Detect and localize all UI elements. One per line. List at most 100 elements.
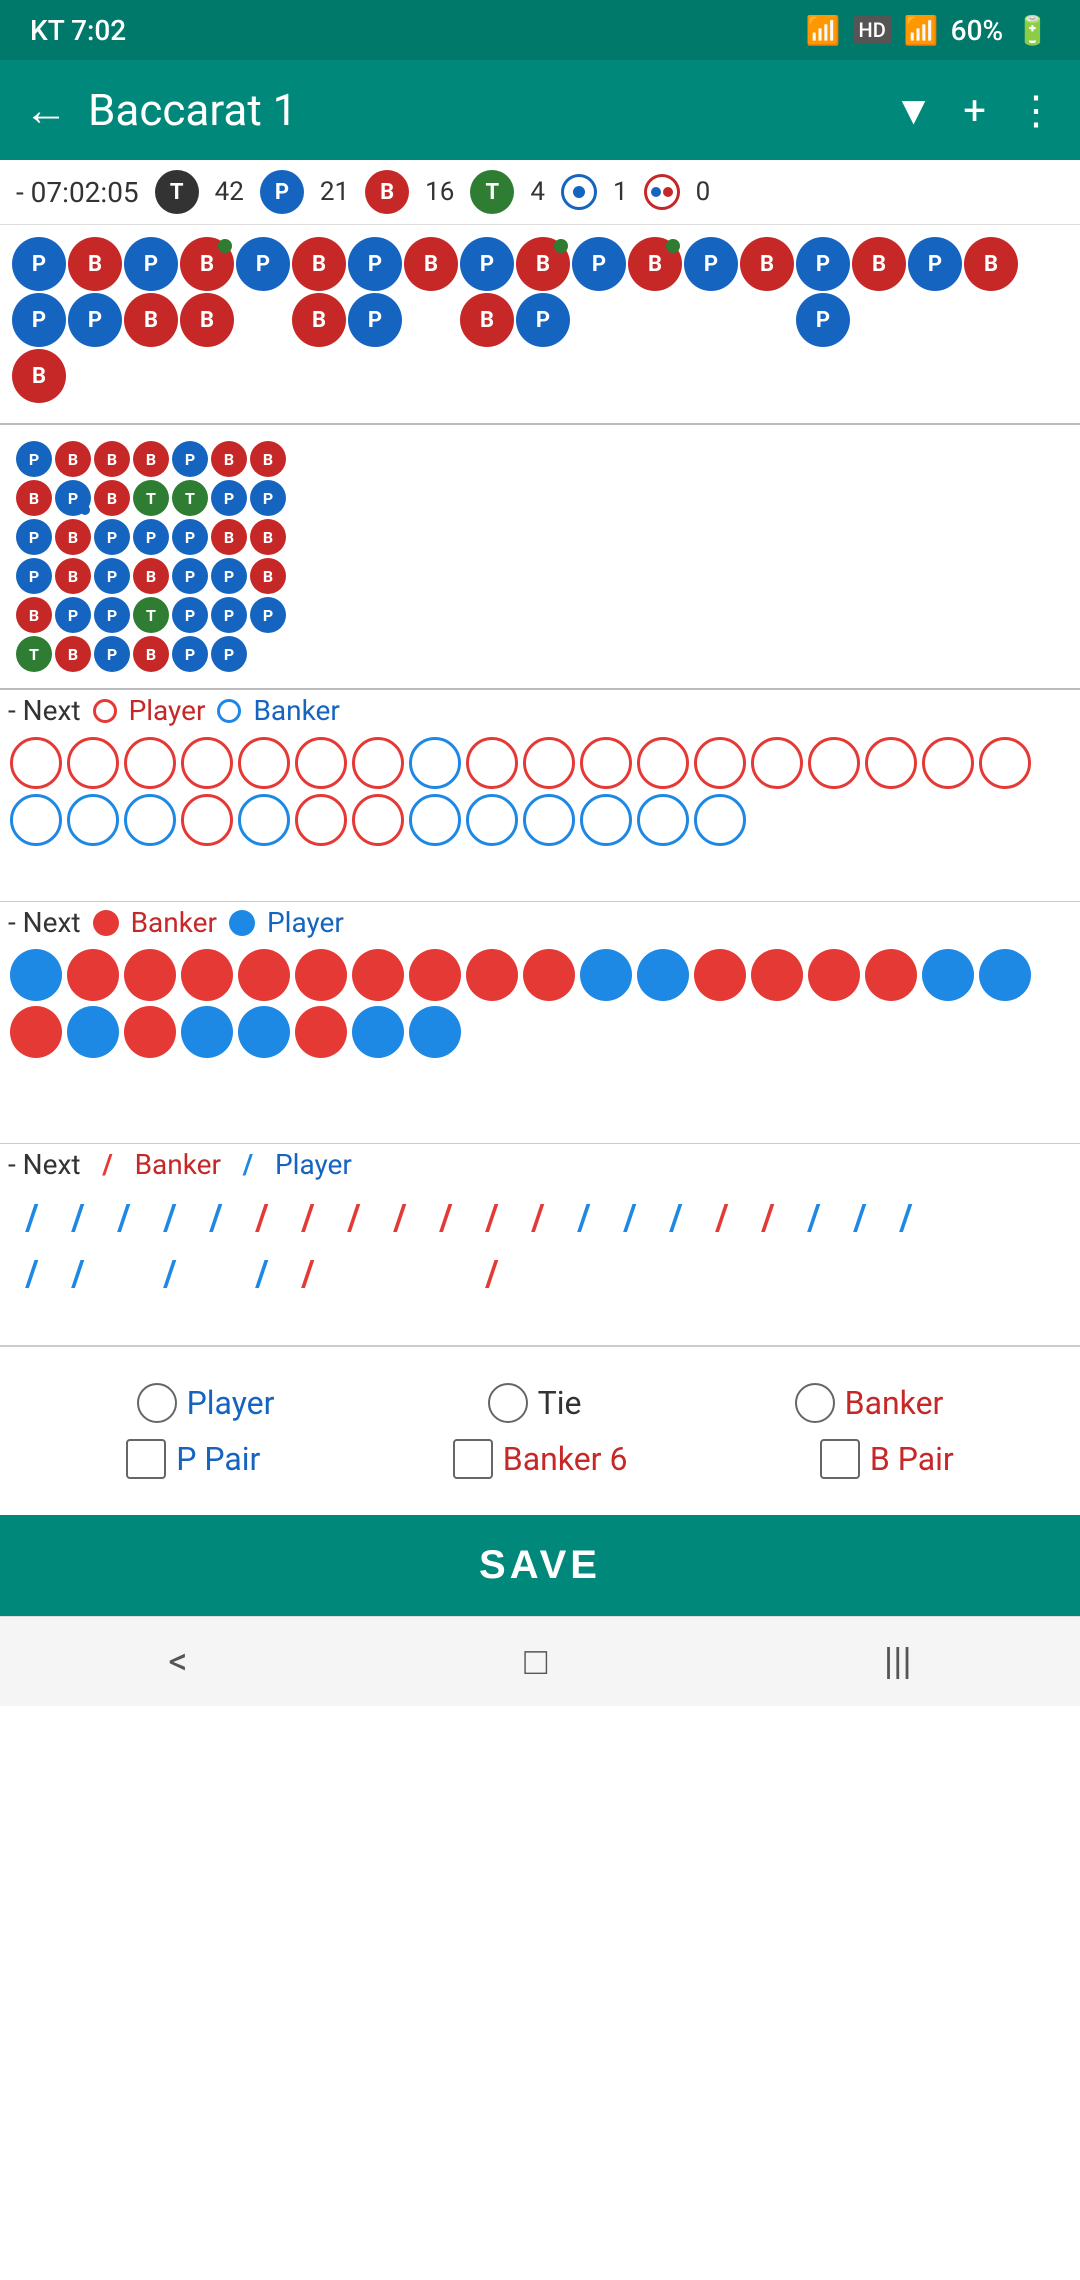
bead: B	[516, 237, 570, 291]
nav-recent-button[interactable]: |||	[884, 1640, 912, 1684]
big-eye-banker-label: Banker	[253, 694, 339, 727]
nav-bar: < □ |||	[0, 1616, 1080, 1706]
small-circle	[238, 949, 290, 1001]
small-road-section: - Next Banker Player	[0, 902, 1080, 1144]
road-bead: B	[55, 636, 91, 672]
slash-item: /	[608, 1191, 652, 1245]
big-eye-circle	[238, 794, 290, 846]
big-eye-circles	[10, 737, 1070, 846]
road-bead: B	[211, 441, 247, 477]
banker6-bet-option[interactable]: Banker 6	[453, 1439, 628, 1479]
banker-radio[interactable]	[795, 1383, 835, 1423]
small-circle	[10, 949, 62, 1001]
cockroach-next-text: - Next	[8, 1148, 81, 1181]
slash-item: /	[332, 1191, 376, 1245]
big-eye-circle	[466, 737, 518, 789]
slash-item: /	[56, 1247, 100, 1301]
stats-row: - 07:02:05 T 42 P 21 B 16 T 4 1 0	[0, 160, 1080, 225]
bpair-bet-option[interactable]: B Pair	[820, 1439, 954, 1479]
big-eye-circle	[751, 737, 803, 789]
tie-radio[interactable]	[488, 1383, 528, 1423]
road-bead: P	[16, 441, 52, 477]
bet-row-main: Player Tie Banker	[30, 1383, 1050, 1423]
tie-count: 4	[530, 177, 545, 207]
road-bead: T	[133, 480, 169, 516]
ppair-checkbox[interactable]	[126, 1439, 166, 1479]
player-bet-option[interactable]: Player	[137, 1383, 275, 1423]
bead: B	[180, 293, 234, 347]
slash-item: /	[378, 1191, 422, 1245]
small-circle	[67, 1006, 119, 1058]
bet-row-pairs: P Pair Banker 6 B Pair	[30, 1439, 1050, 1479]
bpair-count: 0	[696, 177, 711, 207]
game-time: - 07:02:05	[16, 176, 139, 209]
small-circle	[352, 1006, 404, 1058]
small-circle	[352, 949, 404, 1001]
bead: B	[124, 293, 178, 347]
road-bead: B	[16, 480, 52, 516]
bead: B	[964, 237, 1018, 291]
road-bead: P	[211, 558, 247, 594]
slash-item: /	[10, 1247, 54, 1301]
total-badge: T	[155, 170, 199, 214]
nav-back-button[interactable]: <	[168, 1640, 187, 1684]
dropdown-icon[interactable]: ▼	[894, 87, 934, 134]
slash-item: /	[654, 1191, 698, 1245]
save-button[interactable]: SAVE	[0, 1515, 1080, 1616]
big-eye-circle	[124, 794, 176, 846]
bpair-checkbox[interactable]	[820, 1439, 860, 1479]
big-eye-road	[0, 731, 1080, 901]
big-eye-circle	[295, 737, 347, 789]
slash-item: /	[700, 1191, 744, 1245]
road-bead: B	[55, 558, 91, 594]
ppair-bet-option[interactable]: P Pair	[126, 1439, 260, 1479]
menu-icon[interactable]: ⋮	[1016, 87, 1056, 134]
bead: B	[180, 237, 234, 291]
back-button[interactable]: ←	[24, 84, 68, 136]
slash-item: /	[286, 1247, 330, 1301]
road-bead: B	[94, 480, 130, 516]
big-road-row1: P B B B P B B	[16, 441, 1064, 477]
cockroach-road-section: - Next / Banker / Player / / / / / / / /…	[0, 1144, 1080, 1346]
road-bead: P	[211, 597, 247, 633]
banker-bet-option[interactable]: Banker	[795, 1383, 944, 1423]
bead-road-grid: P B P B P B P B P B P B P B P B P B P P …	[8, 233, 1072, 407]
slash-item: /	[792, 1191, 836, 1245]
player-radio[interactable]	[137, 1383, 177, 1423]
road-bead: P	[211, 480, 247, 516]
small-circle	[808, 949, 860, 1001]
small-circle	[580, 949, 632, 1001]
app-bar-actions: ▼ + ⋮	[894, 87, 1056, 134]
bead-road-section: P B P B P B P B P B P B P B P B P B P P …	[0, 225, 1080, 425]
slash-item: /	[838, 1191, 882, 1245]
bead: B	[12, 349, 66, 403]
nav-home-button[interactable]: □	[524, 1640, 547, 1684]
road-bead: B	[133, 441, 169, 477]
slash-item: /	[286, 1191, 330, 1245]
tie-bet-label: Tie	[538, 1384, 582, 1422]
big-eye-circle	[238, 737, 290, 789]
tie-bet-option[interactable]: Tie	[488, 1383, 582, 1423]
bead-spacer	[236, 293, 290, 347]
big-eye-circle	[523, 737, 575, 789]
big-eye-circle	[409, 794, 461, 846]
small-circle	[181, 1006, 233, 1058]
big-eye-circle	[352, 794, 404, 846]
slash-item: /	[470, 1247, 514, 1301]
total-count: 42	[215, 177, 244, 207]
slash-item: /	[10, 1191, 54, 1245]
road-bead: B	[133, 636, 169, 672]
big-eye-circle	[694, 794, 746, 846]
small-road-circles	[10, 949, 1070, 1058]
road-bead: B	[250, 441, 286, 477]
big-eye-circle	[979, 737, 1031, 789]
banker6-checkbox[interactable]	[453, 1439, 493, 1479]
bead: P	[796, 237, 850, 291]
status-icons: 📶 HD 📶 60% 🔋	[806, 14, 1050, 47]
road-bead: P	[94, 636, 130, 672]
battery-text: 60%	[951, 14, 1003, 47]
small-circle	[979, 949, 1031, 1001]
road-bead: P	[172, 441, 208, 477]
small-circle	[295, 949, 347, 1001]
add-icon[interactable]: +	[963, 87, 986, 134]
